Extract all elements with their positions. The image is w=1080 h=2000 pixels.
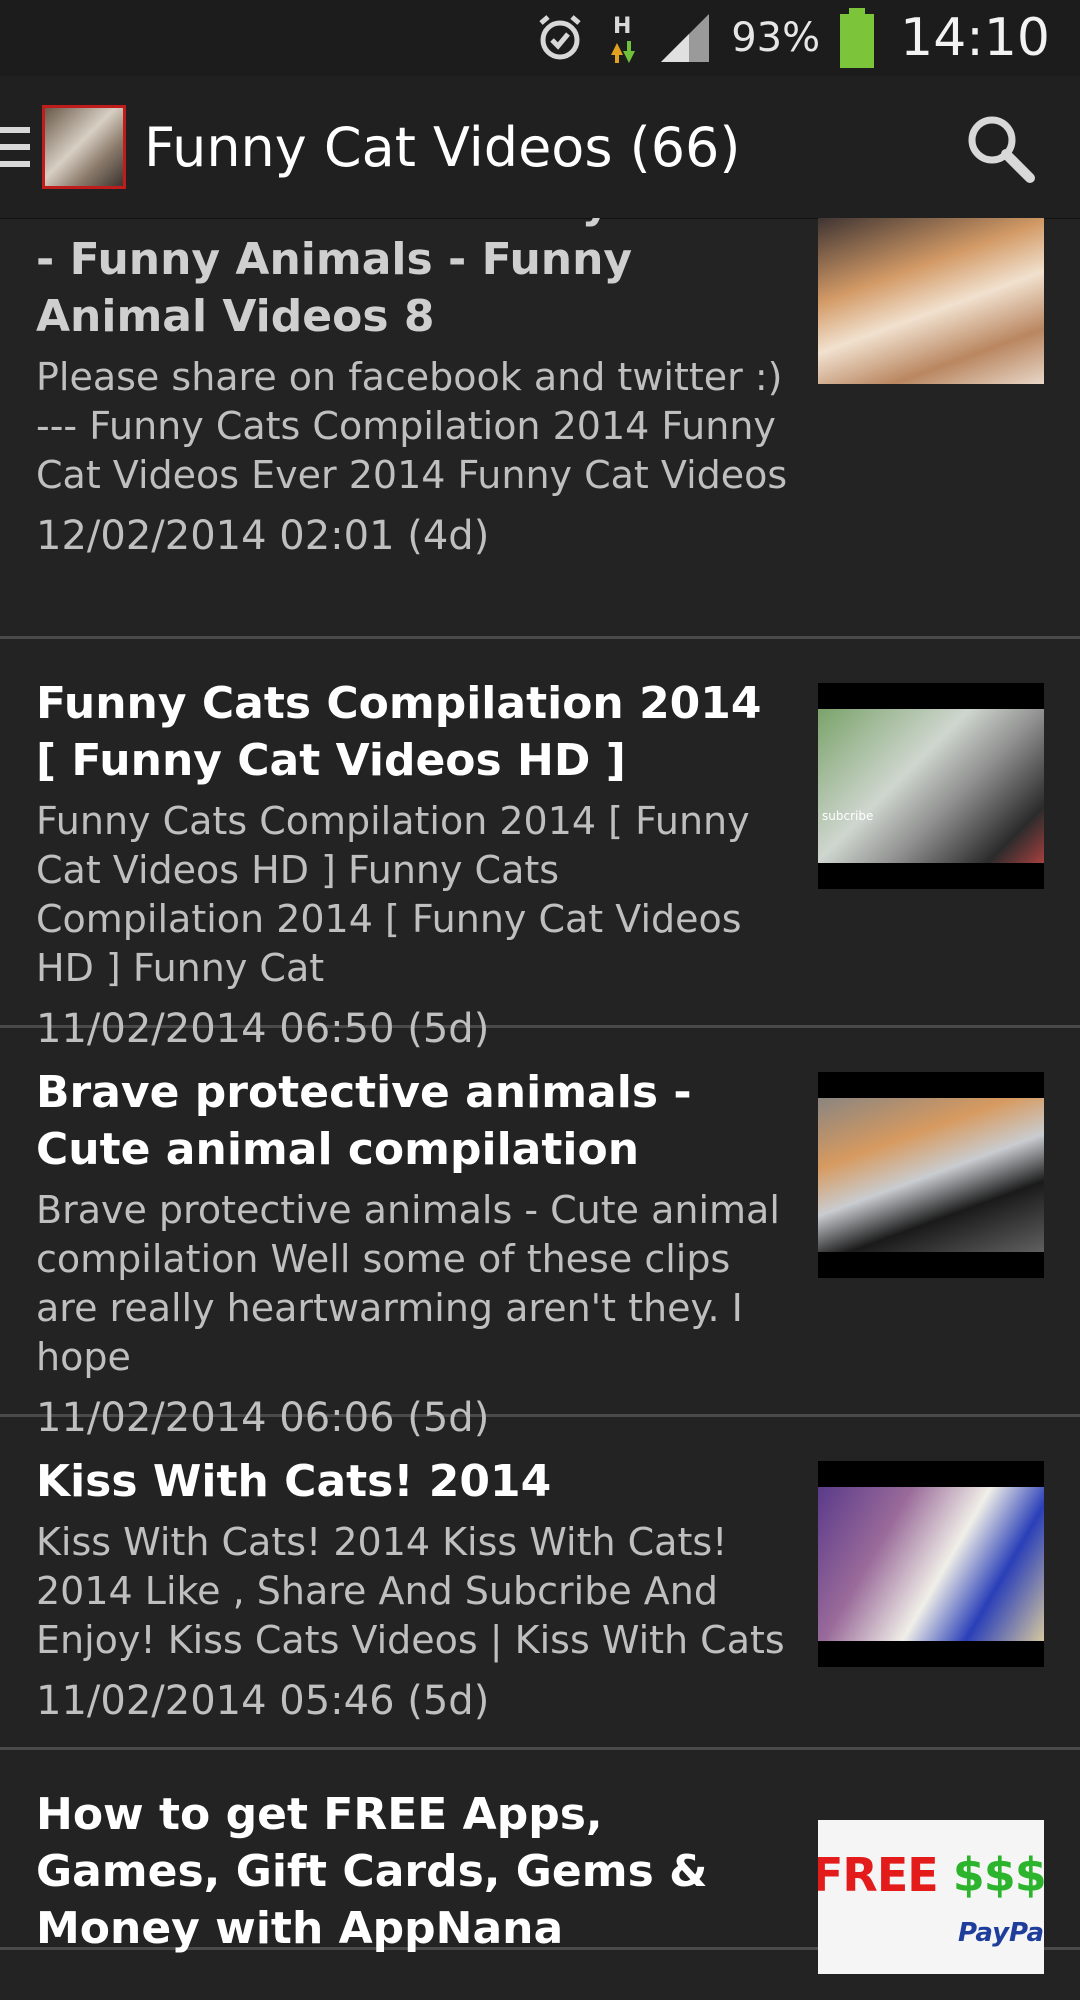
video-description: Funny Cats Compilation 2014 [ Funny Cat … bbox=[36, 799, 750, 990]
thumbnail-image bbox=[818, 1098, 1044, 1252]
thumbnail-free-text: FREE bbox=[818, 1848, 939, 1902]
thumbnail-image bbox=[818, 218, 1044, 384]
video-list-item[interactable]: Brave protective animals - Cute animal c… bbox=[0, 1028, 1080, 1441]
network-type-label: H bbox=[613, 14, 631, 39]
clock: 14:10 bbox=[900, 8, 1050, 68]
video-description: Brave protective animals - Cute animal c… bbox=[36, 1188, 780, 1379]
video-thumbnail[interactable] bbox=[818, 1072, 1044, 1278]
video-list-item[interactable]: Funny Cats Compilation 2014 [ Funny Cat … bbox=[0, 639, 1080, 1052]
video-date: 11/02/2014 05:46 (5d) bbox=[36, 1678, 490, 1724]
video-thumbnail[interactable] bbox=[818, 218, 1044, 384]
video-title: Kiss With Cats! 2014 bbox=[36, 1456, 552, 1507]
video-list-item[interactable]: Cat Videos Ever- Funny Videos - Funny An… bbox=[0, 218, 1080, 639]
video-title: Brave protective animals - Cute animal c… bbox=[36, 1067, 692, 1175]
action-bar: Funny Cat Videos (66) bbox=[0, 76, 1080, 219]
video-text: Kiss With Cats! 2014 Kiss With Cats! 201… bbox=[36, 1453, 796, 1726]
data-arrows-icon: H bbox=[611, 14, 636, 63]
video-title: Cat Videos Ever- Funny Videos - Funny An… bbox=[36, 218, 792, 342]
video-text: How to get FREE Apps, Games, Gift Cards,… bbox=[36, 1786, 796, 1957]
video-list[interactable]: Cat Videos Ever- Funny Videos - Funny An… bbox=[0, 218, 1080, 1974]
video-thumbnail[interactable] bbox=[818, 1461, 1044, 1667]
thumbnail-dollars-text: $$$ bbox=[952, 1848, 1044, 1902]
thumbnail-image bbox=[818, 1487, 1044, 1641]
video-thumbnail[interactable]: FREE $$$ PayPa bbox=[818, 1794, 1044, 2000]
video-text: Funny Cats Compilation 2014 [ Funny Cat … bbox=[36, 675, 796, 1054]
search-icon[interactable] bbox=[964, 112, 1036, 184]
thumbnail-image: FREE $$$ PayPa bbox=[818, 1820, 1044, 1974]
menu-icon[interactable] bbox=[0, 127, 30, 167]
video-date: 12/02/2014 02:01 (4d) bbox=[36, 513, 490, 559]
video-text: Cat Videos Ever- Funny Videos - Funny An… bbox=[36, 218, 796, 561]
video-description: Kiss With Cats! 2014 Kiss With Cats! 201… bbox=[36, 1520, 785, 1662]
video-list-item[interactable]: How to get FREE Apps, Games, Gift Cards,… bbox=[0, 1750, 1080, 1974]
video-description: Please share on facebook and twitter :) … bbox=[36, 355, 788, 497]
signal-icon bbox=[661, 14, 710, 62]
video-text: Brave protective animals - Cute animal c… bbox=[36, 1064, 796, 1443]
app-icon[interactable] bbox=[42, 105, 126, 189]
thumbnail-image: subcribe bbox=[818, 709, 1044, 863]
video-thumbnail[interactable]: subcribe bbox=[818, 683, 1044, 889]
thumbnail-caption: FREE $$$ bbox=[818, 1848, 1044, 1902]
video-list-item[interactable]: Kiss With Cats! 2014 Kiss With Cats! 201… bbox=[0, 1417, 1080, 1750]
alarm-icon bbox=[539, 15, 581, 60]
video-title: How to get FREE Apps, Games, Gift Cards,… bbox=[36, 1789, 708, 1954]
battery-icon bbox=[840, 8, 875, 68]
status-bar: H 93% 14:10 bbox=[0, 0, 1080, 76]
battery-percent: 93% bbox=[731, 15, 821, 61]
page-title: Funny Cat Videos (66) bbox=[144, 115, 741, 179]
thumbnail-paypal-text: PayPa bbox=[957, 1918, 1044, 1948]
video-title: Funny Cats Compilation 2014 [ Funny Cat … bbox=[36, 678, 762, 786]
thumbnail-caption: subcribe bbox=[822, 809, 874, 823]
